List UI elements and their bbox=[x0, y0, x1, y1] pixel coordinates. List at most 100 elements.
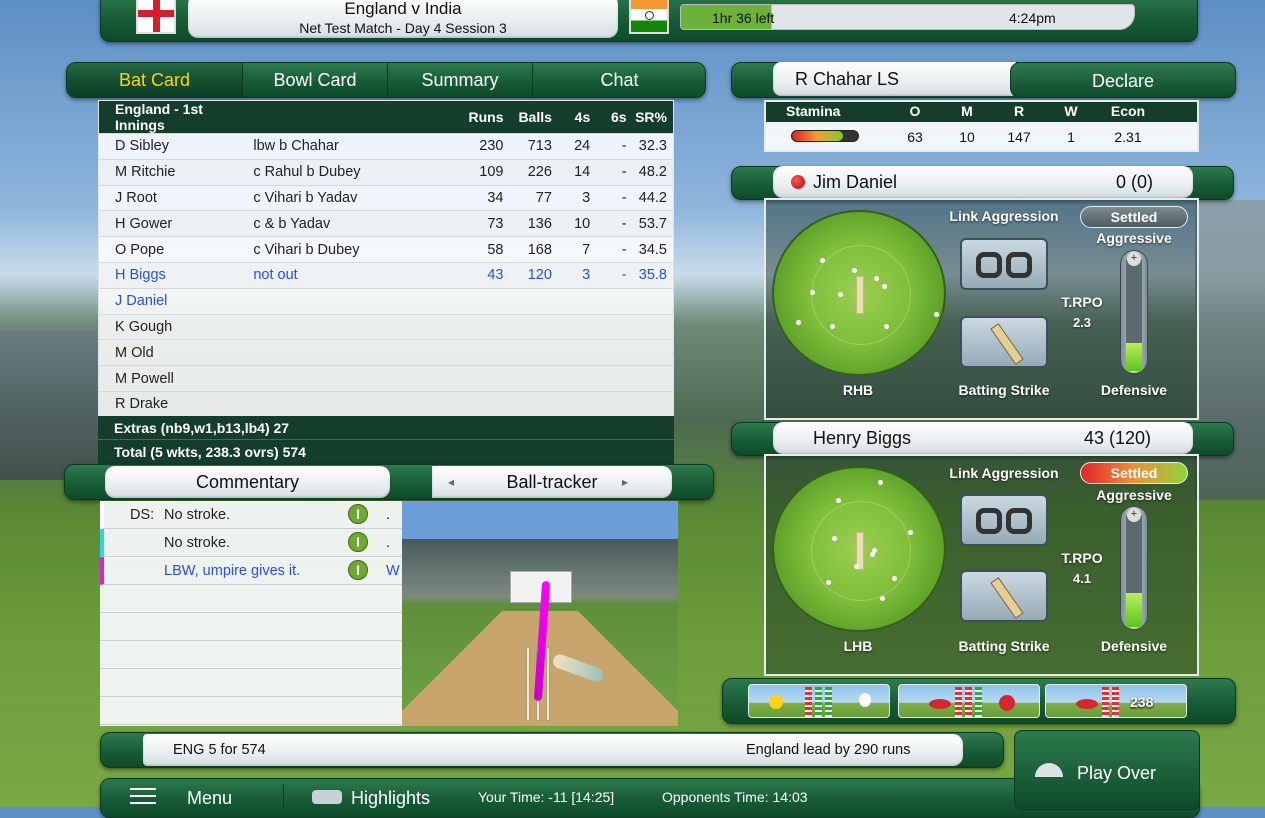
batsman-row[interactable]: J Root c Vihari b Yadav 34 77 3-44.2 bbox=[99, 185, 673, 212]
chain-link-icon[interactable] bbox=[960, 238, 1048, 290]
commentary-result: . bbox=[386, 507, 391, 523]
dismissal: c & b Yadav bbox=[253, 210, 415, 238]
batsman-name: M Ritchie bbox=[99, 159, 254, 186]
weather-conditions[interactable] bbox=[748, 684, 890, 718]
balls: 136 bbox=[503, 210, 552, 238]
bowler-name-pill[interactable]: R Chahar LS bbox=[773, 62, 1016, 96]
ball-icon bbox=[1076, 699, 1098, 709]
aggression-slider-2[interactable]: + bbox=[1120, 506, 1148, 630]
bat-strike-icon[interactable] bbox=[960, 316, 1048, 368]
pitch-conditions[interactable] bbox=[898, 684, 1040, 718]
balls bbox=[503, 288, 552, 315]
highlights-label: Highlights bbox=[351, 788, 431, 808]
bat-card: England - 1st Innings Runs Balls 4s 6s S… bbox=[98, 100, 674, 418]
runs: 34 bbox=[414, 185, 504, 212]
bowler-stat-2: 10 bbox=[959, 129, 975, 145]
play-over-button[interactable]: Play Over bbox=[1014, 730, 1200, 810]
batsman-row[interactable]: M Ritchie c Rahul b Dubey 109 226 14-48.2 bbox=[99, 159, 673, 186]
menu-button[interactable]: Menu bbox=[120, 784, 280, 808]
batsman-row[interactable]: D Sibley lbw b Chahar 230 713 24-32.3 bbox=[99, 133, 673, 160]
runs: 230 bbox=[414, 133, 504, 160]
ball-icon bbox=[791, 175, 805, 189]
arrow-right-icon[interactable]: ▸ bbox=[622, 466, 628, 498]
batsman-row[interactable]: K Gough bbox=[99, 314, 673, 341]
dismissal: lbw b Chahar bbox=[253, 133, 415, 160]
batsman2-hand: LHB bbox=[843, 638, 873, 654]
declare-button[interactable]: Declare bbox=[1010, 62, 1236, 98]
header-sixes: 6s bbox=[590, 101, 627, 134]
sixes: - bbox=[590, 159, 627, 186]
stump-icon bbox=[348, 504, 368, 524]
bat-strike-icon[interactable] bbox=[960, 570, 1048, 622]
bowler-stat-3: 147 bbox=[1007, 129, 1031, 145]
ball-overs: 238 bbox=[1130, 694, 1154, 710]
menu-label: Menu bbox=[187, 788, 233, 808]
sixes: - bbox=[590, 262, 627, 289]
stump bbox=[526, 647, 530, 721]
dismissal bbox=[253, 365, 415, 392]
commentary-item[interactable]: LBW, umpire gives it. W bbox=[100, 557, 402, 585]
spin-ball-icon bbox=[999, 695, 1015, 711]
ball-conditions[interactable]: 238 bbox=[1045, 684, 1187, 718]
tab-ball-tracker[interactable]: ◂ Ball-tracker ▸ bbox=[432, 466, 672, 498]
batsman1-mode-badge[interactable]: Settled bbox=[1080, 206, 1188, 228]
batsman1-pill: Jim Daniel 0 (0) bbox=[773, 166, 1193, 198]
commentary-text: No stroke. bbox=[164, 507, 231, 523]
stump-icon bbox=[348, 532, 368, 552]
tab-bowl-card[interactable]: Bowl Card bbox=[242, 63, 387, 97]
tab-commentary[interactable]: Commentary bbox=[105, 466, 390, 498]
fours bbox=[551, 288, 591, 315]
balls bbox=[503, 339, 552, 367]
ball-tracker-view bbox=[402, 501, 678, 726]
batsman2-strike-label: Batting Strike bbox=[958, 638, 1050, 654]
highlights-button[interactable]: Highlights bbox=[300, 784, 460, 808]
batsman2-name: Henry Biggs bbox=[813, 428, 912, 448]
batsman2-score: 43 (120) bbox=[1084, 428, 1152, 448]
commentary-item[interactable]: DS: No stroke.. bbox=[100, 501, 402, 529]
commentary-result: W bbox=[386, 563, 400, 579]
runs bbox=[414, 288, 504, 315]
chain-link-icon[interactable] bbox=[960, 494, 1048, 546]
batsman-row[interactable]: M Powell bbox=[99, 365, 673, 392]
dismissal bbox=[253, 314, 415, 341]
header-runs: Runs bbox=[414, 101, 504, 134]
batsman-row[interactable]: H Biggs not out 43 120 3-35.8 bbox=[99, 262, 673, 289]
batsman-name: J Root bbox=[99, 185, 254, 212]
batsman2-aggressive-label: Aggressive bbox=[1096, 487, 1172, 503]
batsman-row[interactable]: M Old bbox=[99, 339, 673, 367]
strike-rate: 35.8 bbox=[626, 262, 673, 289]
commentary-list: DS: No stroke.. No stroke.. LBW, umpire giv… bbox=[100, 501, 402, 726]
strike-rate bbox=[626, 339, 673, 367]
lightbulb-icon bbox=[859, 693, 871, 707]
batsman-row[interactable]: H Gower c & b Yadav 73 136 10-53.7 bbox=[99, 210, 673, 238]
balls: 77 bbox=[503, 185, 552, 212]
total-text: Total (5 wkts, 238.3 ovrs) 574 bbox=[114, 444, 306, 460]
fours bbox=[551, 339, 591, 367]
batsman-row[interactable]: R Drake bbox=[99, 391, 673, 418]
batsman1-defensive-label: Defensive bbox=[1100, 382, 1168, 398]
tab-summary[interactable]: Summary bbox=[387, 63, 532, 97]
extras-row: Extras (nb9,w1,b13,lb4) 27 bbox=[98, 416, 674, 440]
arrow-left-icon[interactable]: ◂ bbox=[448, 466, 454, 498]
batsman1-score: 0 (0) bbox=[1116, 172, 1154, 192]
play-over-icon bbox=[1035, 763, 1063, 777]
tab-chat[interactable]: Chat bbox=[532, 63, 706, 97]
aggression-slider-1[interactable]: + bbox=[1120, 250, 1148, 374]
sixes bbox=[590, 288, 627, 315]
field-placement-1[interactable] bbox=[772, 210, 946, 376]
batsman-row[interactable]: J Daniel bbox=[99, 288, 673, 315]
commentary-item[interactable]: No stroke.. bbox=[100, 529, 402, 557]
commentary-empty-row bbox=[100, 669, 402, 697]
tab-bat-card[interactable]: Bat Card bbox=[67, 63, 242, 97]
batsman2-mode-badge[interactable]: Settled bbox=[1080, 462, 1188, 484]
strike-rate bbox=[626, 288, 673, 315]
your-time: Your Time: -11 [14:25] bbox=[478, 789, 615, 805]
england-flag-icon bbox=[136, 0, 176, 34]
field-placement-2[interactable] bbox=[772, 466, 946, 632]
header-balls: Balls bbox=[503, 101, 552, 134]
batsman-name: H Biggs bbox=[99, 262, 254, 289]
runs bbox=[414, 365, 504, 392]
batsman-row[interactable]: O Pope c Vihari b Dubey 58 168 7-34.5 bbox=[99, 236, 673, 263]
runs: 58 bbox=[414, 236, 504, 263]
balls bbox=[503, 314, 552, 341]
